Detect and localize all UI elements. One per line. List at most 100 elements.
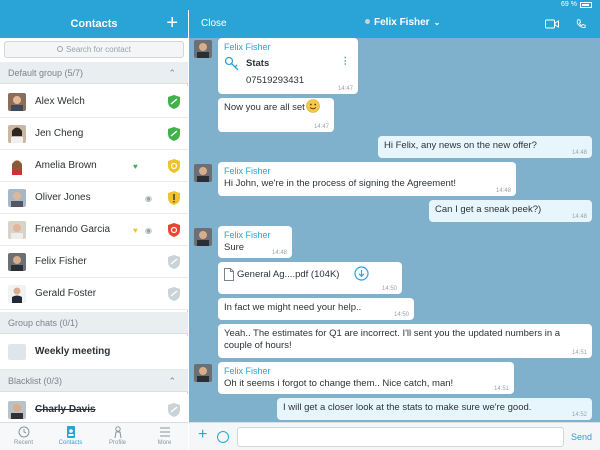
message-time: 14:50 [393, 312, 409, 318]
message-sender: Felix Fisher [224, 230, 271, 240]
battery-icon [580, 2, 592, 8]
message-incoming[interactable]: Felix Fisher Oh it seems i forgot to cha… [218, 362, 514, 394]
emoji-icon[interactable] [217, 431, 229, 443]
tab-contacts[interactable]: Contacts [47, 425, 94, 449]
shield-green-icon [168, 127, 180, 141]
contact-row[interactable]: Oliver Jones ◉ [0, 182, 188, 214]
chat-header: Close Felix Fisher ⌄ [189, 10, 600, 38]
message-incoming[interactable]: Felix Fisher Stats 07519293431 ⋮ 14:47 [218, 38, 358, 94]
contact-name: Frenando Garcia [35, 224, 111, 235]
message-incoming[interactable]: Felix Fisher Sure 14:48 [218, 226, 292, 258]
contact-name: Charly Davis [35, 404, 96, 415]
eye-icon: ◉ [145, 226, 152, 235]
message-composer: + Send [189, 422, 600, 450]
tab-bar: Recent Contacts Profile More [0, 422, 188, 450]
more-icon[interactable]: ⋮ [341, 56, 351, 67]
contact-name: Jen Cheng [35, 128, 84, 139]
contact-row[interactable]: Gerald Foster [0, 278, 188, 310]
search-bar: Search for contact [0, 38, 188, 62]
tab-recent[interactable]: Recent [0, 425, 47, 449]
shield-green-icon [168, 95, 180, 109]
shield-gray-icon [168, 403, 180, 417]
message-sender: Felix Fisher [224, 166, 271, 176]
phone-icon[interactable] [575, 19, 587, 29]
group-icon [8, 344, 26, 360]
tab-profile[interactable]: Profile [94, 425, 141, 449]
chat-pane: Close Felix Fisher ⌄ Felix Fisher Stats 0… [189, 0, 600, 450]
shield-yellow-icon [168, 159, 180, 173]
send-button[interactable]: Send [571, 432, 592, 442]
chevron-up-icon: ⌃ [168, 68, 176, 78]
message-time: 14:51 [493, 386, 509, 392]
file-attachment[interactable]: General Ag....pdf (104K) 14:50 [218, 262, 402, 294]
list-icon [159, 427, 170, 437]
card-number: 07519293431 [246, 75, 305, 86]
contact-row[interactable]: Felix Fisher [0, 246, 188, 278]
message-incoming[interactable]: Now you are all set 14:47 [218, 98, 334, 132]
message-time: 14:48 [571, 214, 587, 220]
verified-heart-icon: ♥ [133, 162, 138, 171]
avatar [194, 164, 212, 182]
message-time: 14:50 [381, 286, 397, 292]
search-input[interactable]: Search for contact [4, 41, 184, 58]
message-time: 14:47 [313, 124, 329, 130]
contact-row[interactable]: Jen Cheng [0, 118, 188, 150]
contact-name: Felix Fisher [35, 256, 87, 267]
shield-alert-icon [168, 191, 180, 205]
contact-name: Gerald Foster [35, 288, 97, 299]
message-time: 14:51 [571, 350, 587, 356]
document-icon [224, 268, 234, 281]
group-name: Weekly meeting [35, 346, 111, 357]
message-text: In fact we might need your help.. [224, 302, 362, 313]
message-outgoing[interactable]: I will get a closer look at the stats to… [277, 398, 592, 420]
section-default-group[interactable]: Default group (5/7) ⌃ [0, 62, 188, 84]
contacts-title: Contacts [70, 18, 118, 30]
message-text: Hi John, we're in the process of signing… [224, 178, 457, 189]
message-input[interactable] [237, 427, 564, 447]
contacts-header: Contacts + [0, 10, 188, 38]
attach-button[interactable]: + [198, 426, 207, 444]
avatar [194, 228, 212, 246]
message-text: Now you are all set [224, 102, 305, 113]
search-icon [57, 46, 64, 52]
chevron-down-icon: ⌄ [433, 18, 441, 27]
message-outgoing[interactable]: Hi Felix, any news on the new offer? 14:… [378, 136, 592, 158]
section-blacklist[interactable]: Blacklist (0/3) ⌃ [0, 370, 188, 392]
avatar [194, 40, 212, 58]
message-sender: Felix Fisher [224, 366, 271, 376]
contact-row[interactable]: Amelia Brown ♥ [0, 150, 188, 182]
avatar [8, 401, 26, 419]
contact-row[interactable]: Alex Welch [0, 86, 188, 118]
message-time: 14:47 [337, 86, 353, 92]
avatar [8, 253, 26, 271]
contacts-book-icon [66, 426, 75, 438]
profile-icon [114, 426, 121, 438]
status-bar: 69 % [0, 0, 600, 10]
video-call-icon[interactable] [545, 19, 559, 29]
message-text: Hi Felix, any news on the new offer? [384, 140, 537, 151]
add-contact-button[interactable]: + [166, 12, 178, 34]
message-incoming[interactable]: In fact we might need your help.. 14:50 [218, 298, 414, 320]
message-outgoing[interactable]: Can I get a sneak peek?) 14:48 [429, 200, 592, 222]
message-incoming[interactable]: Yeah.. The estimates for Q1 are incorrec… [218, 324, 592, 358]
avatar [8, 125, 26, 143]
close-button[interactable]: Close [201, 18, 227, 29]
section-group-chats[interactable]: Group chats (0/1) [0, 312, 188, 334]
download-icon[interactable] [354, 266, 369, 281]
group-row[interactable]: Weekly meeting [0, 336, 188, 370]
clock-icon [18, 426, 29, 438]
peer-selector[interactable]: Felix Fisher ⌄ [365, 17, 440, 28]
card-title: Stats [246, 58, 270, 69]
avatar [8, 93, 26, 111]
shield-gray-icon [168, 255, 180, 269]
message-text: Sure [224, 242, 245, 253]
message-sender: Felix Fisher [224, 42, 271, 52]
message-list[interactable]: Felix Fisher Stats 07519293431 ⋮ 14:47 N… [189, 38, 600, 422]
message-time: 14:48 [271, 250, 287, 256]
shield-gray-icon [168, 287, 180, 301]
tab-more[interactable]: More [141, 425, 188, 449]
message-incoming[interactable]: Felix Fisher Hi John, we're in the proce… [218, 162, 516, 196]
avatar [8, 285, 26, 303]
avatar [8, 189, 26, 207]
contact-row[interactable]: Frenando Garcia ♥ ◉ [0, 214, 188, 246]
